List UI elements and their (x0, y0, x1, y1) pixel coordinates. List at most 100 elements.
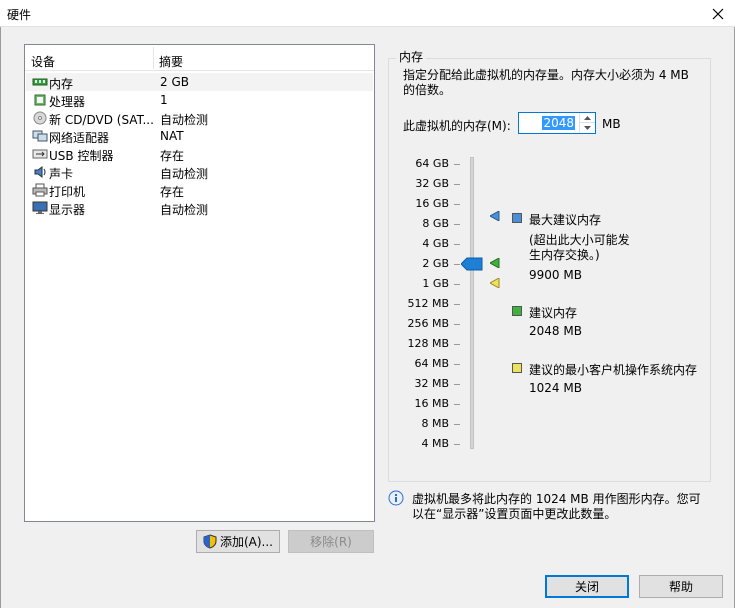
scale-tick-label: 2 GB (422, 257, 449, 270)
device-name: 打印机 (49, 185, 86, 199)
scale-tick-label: 512 MB (407, 297, 449, 310)
device-summary: 自动检测 (160, 167, 209, 181)
scale-tick (454, 364, 460, 365)
remove-device-button[interactable]: 移除(R) (288, 530, 374, 553)
scale-tick-label: 8 MB (421, 417, 449, 430)
scale-tick-label: 128 MB (407, 337, 449, 350)
scale-tick (454, 184, 460, 185)
legend-max-note: (超出此大小可能发生内存交换。) (529, 233, 630, 262)
sound-card-icon (34, 166, 46, 178)
device-row-sound-card[interactable]: 声卡 自动检测 (26, 163, 373, 181)
scale-tick-label: 4 MB (421, 437, 449, 450)
device-row-usb-controller[interactable]: USB 控制器 存在 (26, 145, 373, 163)
close-window-button[interactable] (701, 0, 735, 27)
max-memory-marker (490, 211, 500, 221)
column-header-summary[interactable]: 摘要 (159, 53, 183, 70)
device-summary: 1 (160, 93, 168, 107)
legend-min-swatch (512, 363, 522, 373)
scale-tick (454, 284, 460, 285)
device-name: 网络适配器 (49, 131, 110, 145)
scale-tick (454, 204, 460, 205)
legend-recommended-swatch (512, 306, 522, 316)
scale-tick (454, 304, 460, 305)
device-list-header: 设备 摘要 (25, 45, 374, 71)
device-name: USB 控制器 (49, 149, 114, 163)
scale-tick (454, 344, 460, 345)
device-summary: 2 GB (160, 75, 189, 89)
device-name: 新 CD/DVD (SAT... (49, 113, 154, 127)
device-row-printer[interactable]: 打印机 存在 (26, 181, 373, 199)
recommended-memory-marker (490, 258, 500, 268)
add-device-button[interactable]: 添加(A)... (196, 530, 280, 553)
scale-tick (454, 164, 460, 165)
legend-max-label: 最大建议内存 (529, 213, 602, 227)
memory-size-value[interactable]: 2048 (542, 116, 575, 130)
scale-tick (454, 224, 460, 225)
device-row-display[interactable]: 显示器 自动检测 (26, 199, 373, 217)
close-button[interactable]: 关闭 (545, 575, 629, 598)
column-separator[interactable] (153, 47, 154, 69)
legend-max-value: 9900 MB (529, 268, 582, 282)
device-row-network-adapter[interactable]: 网络适配器 NAT (26, 127, 373, 145)
device-name: 处理器 (49, 95, 86, 109)
legend-min-value: 1024 MB (529, 381, 582, 395)
window-title: 硬件 (7, 8, 32, 22)
scale-tick-label: 1 GB (422, 277, 449, 290)
legend-min-label: 建议的最小客户机操作系统内存 (529, 363, 698, 377)
min-memory-marker (490, 278, 500, 288)
memory-description: 指定分配给此虚拟机的内存量。内存大小必须为 4 MB 的倍数。 (403, 68, 689, 97)
cd-dvd-icon (33, 111, 47, 125)
close-button-label: 关闭 (574, 580, 599, 594)
memory-size-input[interactable]: 2048 (518, 112, 596, 134)
add-device-label: 添加(A)... (219, 535, 274, 549)
scale-tick (454, 384, 460, 385)
chevron-down-icon (584, 126, 591, 130)
scale-tick-label: 8 GB (422, 217, 449, 230)
graphics-memory-info: 虚拟机最多将此内存的 1024 MB 用作图形内存。您可以在“显示器”设置页面中… (412, 492, 701, 521)
memory-unit: MB (602, 117, 621, 131)
scale-tick (454, 244, 460, 245)
device-row-memory[interactable]: 内存 2 GB (26, 73, 373, 91)
memory-group-title: 内存 (396, 48, 427, 65)
close-icon (712, 8, 724, 19)
scale-tick-label: 64 MB (414, 357, 449, 370)
device-row-cd-dvd[interactable]: 新 CD/DVD (SAT... 自动检测 (26, 109, 373, 127)
help-button[interactable]: 帮助 (639, 575, 723, 598)
device-name: 声卡 (49, 167, 74, 181)
processor-icon (34, 94, 46, 106)
window-border-left (0, 27, 1, 608)
legend-recommended-label: 建议内存 (529, 306, 578, 320)
scale-tick-label: 16 GB (415, 197, 449, 210)
usb-icon (32, 149, 48, 159)
chevron-up-icon (584, 115, 591, 120)
memory-icon (32, 78, 48, 86)
device-name: 内存 (49, 77, 74, 91)
legend-max-swatch (512, 213, 522, 223)
remove-device-label: 移除(R) (310, 535, 352, 549)
scale-tick-label: 64 GB (415, 157, 449, 170)
spin-down-button[interactable] (580, 123, 595, 133)
column-header-device[interactable]: 设备 (31, 53, 55, 70)
device-summary: NAT (160, 129, 184, 143)
memory-field-label: 此虚拟机的内存(M): (403, 119, 511, 133)
scale-tick-label: 4 GB (422, 237, 449, 250)
display-icon (32, 201, 48, 214)
scale-tick (454, 444, 460, 445)
network-adapter-icon (32, 130, 48, 142)
scale-tick (454, 324, 460, 325)
device-summary: 自动检测 (160, 203, 209, 217)
legend-recommended-value: 2048 MB (529, 324, 582, 338)
device-list[interactable]: 设备 摘要 内存 2 GB 处理器 1 新 CD/DVD (SAT... 自动检… (24, 44, 375, 522)
spin-up-button[interactable] (580, 113, 595, 123)
info-icon (388, 490, 404, 506)
device-row-processor[interactable]: 处理器 1 (26, 91, 373, 109)
device-summary: 存在 (160, 149, 185, 163)
scale-tick-label: 32 GB (415, 177, 449, 190)
memory-slider-track[interactable] (470, 157, 474, 449)
title-bar: 硬件 (0, 0, 735, 27)
scale-tick-label: 256 MB (407, 317, 449, 330)
memory-slider-thumb[interactable] (461, 257, 483, 271)
scale-tick (454, 264, 460, 265)
help-button-label: 帮助 (668, 580, 693, 594)
memory-spinner[interactable] (579, 113, 595, 133)
